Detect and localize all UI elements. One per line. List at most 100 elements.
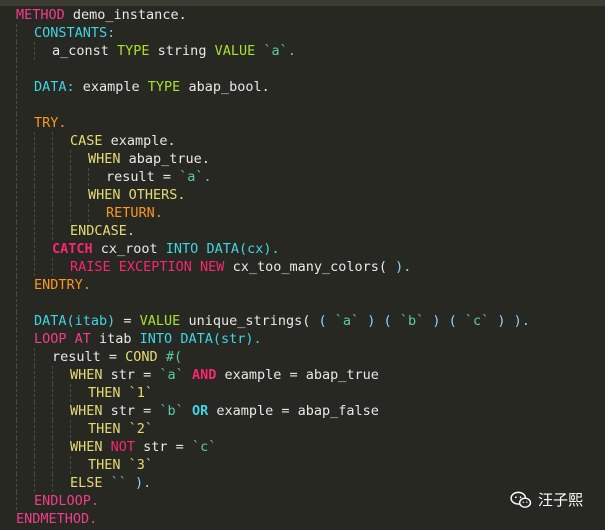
- code-token: result: [106, 169, 155, 185]
- code-token: VALUE: [131, 313, 181, 329]
- code-line: a_const TYPE string VALUE `a`.: [0, 42, 605, 60]
- code-token: NEW: [191, 259, 225, 275]
- code-line: [0, 60, 605, 78]
- code-token: EXCEPTION: [110, 259, 192, 275]
- code-token: DATA(str).: [172, 331, 262, 347]
- code-token: THEN: [88, 385, 121, 401]
- code-token: WHEN: [88, 151, 121, 167]
- watermark-text: 汪子熙: [537, 491, 583, 509]
- code-line: THEN `1`: [0, 384, 605, 402]
- code-token: string: [149, 43, 207, 59]
- code-token: WHEN: [88, 187, 121, 203]
- code-token: abap_bool.: [180, 79, 270, 95]
- code-token: DATA(cx).: [198, 241, 280, 257]
- code-line: TRY.: [0, 114, 605, 132]
- code-token: `c`: [183, 439, 217, 455]
- code-line: [0, 96, 605, 114]
- code-line: CONSTANTS:: [0, 24, 605, 42]
- code-token: WHEN: [70, 367, 103, 383]
- code-token: str: [102, 403, 136, 419]
- code-token: =: [167, 439, 184, 455]
- code-token: CONSTANTS:: [34, 25, 116, 41]
- code-token: CASE: [70, 133, 103, 149]
- code-token: unique_strings(: [180, 313, 311, 329]
- watermark: 汪子熙: [510, 489, 583, 510]
- code-token: abap_true: [297, 367, 379, 383]
- code-token: ELSE: [70, 475, 103, 491]
- code-line: DATA(itab) = VALUE unique_strings( ( `a`…: [0, 312, 605, 330]
- code-line: RETURN.: [0, 204, 605, 222]
- code-token: ``: [102, 475, 127, 491]
- code-token: =: [135, 367, 152, 383]
- code-line: WHEN str = `b` OR example = abap_false: [0, 402, 605, 420]
- code-token: (: [310, 313, 327, 329]
- code-editor[interactable]: METHOD demo_instance. CONSTANTS: a_const…: [0, 6, 605, 528]
- code-line: LOOP AT itab INTO DATA(str).: [0, 330, 605, 348]
- code-token: METHOD: [16, 7, 65, 23]
- code-token: CATCH: [52, 241, 93, 257]
- code-line: RAISE EXCEPTION NEW cx_too_many_colors( …: [0, 258, 605, 276]
- code-token: `1`: [120, 385, 154, 401]
- code-line: ENDTRY.: [0, 276, 605, 294]
- code-token: =: [135, 403, 152, 419]
- code-token: AT: [66, 331, 91, 347]
- code-token: TRY.: [34, 115, 67, 131]
- code-token: abap_false: [289, 403, 379, 419]
- code-token: DATA:: [34, 79, 75, 95]
- code-line: WHEN str = `a` AND example = abap_true: [0, 366, 605, 384]
- code-token: VALUE: [206, 43, 256, 59]
- code-token: =: [154, 169, 172, 185]
- code-token: `a`.: [255, 43, 296, 59]
- code-token: `b`: [391, 313, 425, 329]
- code-token: abap_true.: [120, 151, 210, 167]
- code-line: THEN `3`: [0, 456, 605, 474]
- code-line: CASE example.: [0, 132, 605, 150]
- code-token: ): [359, 313, 376, 329]
- code-token: cx_too_many_colors(: [224, 259, 387, 275]
- code-line: WHEN OTHERS.: [0, 186, 605, 204]
- code-token: ENDLOOP.: [34, 493, 100, 509]
- code-token: OTHERS.: [120, 187, 186, 203]
- code-token: cx_root: [92, 241, 158, 257]
- wechat-icon: [510, 491, 532, 508]
- code-token: `2`: [120, 421, 154, 437]
- code-line: WHEN NOT str = `c`: [0, 438, 605, 456]
- code-token: WHEN: [70, 403, 103, 419]
- code-token: `a`: [326, 313, 360, 329]
- code-token: NOT: [102, 439, 136, 455]
- code-token: ENDCASE.: [70, 223, 136, 239]
- code-line: THEN `2`: [0, 420, 605, 438]
- code-token: str: [102, 367, 136, 383]
- code-token: example.: [102, 133, 176, 149]
- code-line: CATCH cx_root INTO DATA(cx).: [0, 240, 605, 258]
- code-token: RAISE: [70, 259, 111, 275]
- code-line: ENDCASE.: [0, 222, 605, 240]
- code-line: WHEN abap_true.: [0, 150, 605, 168]
- code-token: =: [100, 349, 118, 365]
- code-token: (: [375, 313, 392, 329]
- code-token: example: [208, 403, 274, 419]
- code-line: ENDMETHOD.: [0, 510, 605, 528]
- code-token: `c`: [456, 313, 490, 329]
- code-token: ): [489, 313, 506, 329]
- code-token: ).: [505, 313, 530, 329]
- code-token: RETURN.: [106, 205, 163, 221]
- code-token: COND: [117, 349, 158, 365]
- code-token: ).: [387, 259, 412, 275]
- code-token: =: [281, 367, 298, 383]
- code-token: AND: [183, 367, 217, 383]
- code-token: DATA(itab): [34, 313, 116, 329]
- code-token: ENDTRY.: [34, 277, 91, 293]
- code-line: result = `a`.: [0, 168, 605, 186]
- code-line: DATA: example TYPE abap_bool.: [0, 78, 605, 96]
- code-token: example: [74, 79, 140, 95]
- code-token: demo_instance.: [64, 7, 187, 23]
- code-token: ).: [126, 475, 152, 491]
- code-token: =: [115, 313, 132, 329]
- code-token: THEN: [88, 421, 121, 437]
- code-line: METHOD demo_instance.: [0, 6, 605, 24]
- code-token: TYPE: [108, 43, 150, 59]
- code-token: OR: [183, 403, 209, 419]
- code-token: `a`.: [171, 169, 212, 185]
- code-token: `3`: [120, 457, 154, 473]
